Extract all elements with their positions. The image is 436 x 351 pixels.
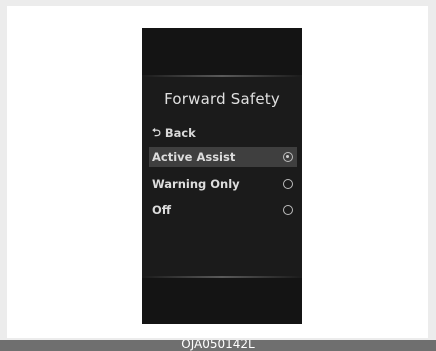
caption-strip: OJA050142L bbox=[0, 340, 436, 351]
option-label: Off bbox=[152, 203, 172, 217]
back-button[interactable]: ⮌ Back bbox=[152, 124, 196, 142]
radio-selected-icon[interactable] bbox=[283, 152, 293, 162]
radio-unselected-icon[interactable] bbox=[283, 205, 293, 215]
option-label: Warning Only bbox=[152, 177, 240, 191]
option-active-assist[interactable]: Active Assist bbox=[149, 147, 297, 167]
menu-title: Forward Safety bbox=[164, 90, 280, 108]
option-warning-only[interactable]: Warning Only bbox=[149, 174, 297, 194]
return-arrow-icon: ⮌ bbox=[152, 125, 161, 139]
option-off[interactable]: Off bbox=[149, 200, 297, 220]
back-label: Back bbox=[164, 126, 196, 140]
top-band bbox=[142, 28, 302, 75]
figure-code: OJA050142L bbox=[181, 340, 255, 351]
radio-unselected-icon[interactable] bbox=[283, 179, 293, 189]
bottom-band bbox=[142, 278, 302, 324]
option-label: Active Assist bbox=[152, 150, 236, 164]
top-divider bbox=[142, 75, 302, 77]
cluster-display: Forward Safety ⮌ Back Active Assist Warn… bbox=[142, 28, 302, 324]
